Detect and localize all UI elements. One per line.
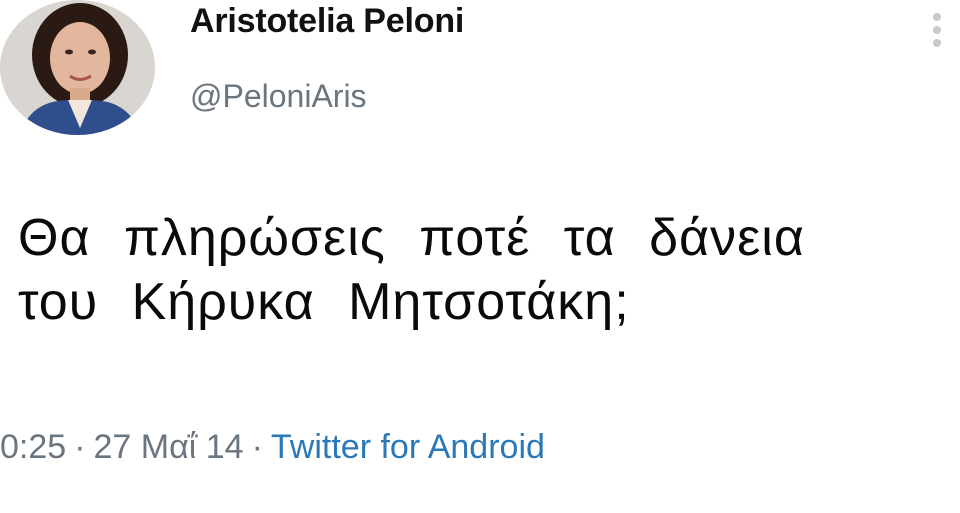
- tweet-time: 0:25: [0, 428, 67, 466]
- user-handle[interactable]: @PeloniAris: [190, 78, 367, 115]
- tweet-meta: 0:25 · 27 Μαΐ 14 · Twitter for Android: [0, 428, 545, 467]
- more-options-icon[interactable]: [928, 12, 946, 48]
- tweet-date: 27 Μαΐ 14: [93, 428, 244, 466]
- meta-separator: ·: [74, 428, 86, 466]
- tweet-source-link[interactable]: Twitter for Android: [271, 428, 545, 466]
- avatar[interactable]: [0, 0, 155, 135]
- display-name[interactable]: Aristotelia Peloni: [190, 2, 464, 41]
- tweet-text-line-1: Θα πληρώσεις ποτέ τα δάνεια: [18, 209, 805, 267]
- meta-separator: ·: [251, 428, 263, 466]
- tweet-text: Θα πληρώσεις ποτέ τα δάνεια του Κήρυκα Μ…: [18, 206, 938, 334]
- tweet-card: Aristotelia Peloni @PeloniAris Θα πληρώσ…: [0, 0, 960, 513]
- avatar-image: [0, 0, 155, 135]
- tweet-text-line-2: του Κήρυκα Μητσοτάκη;: [18, 273, 630, 331]
